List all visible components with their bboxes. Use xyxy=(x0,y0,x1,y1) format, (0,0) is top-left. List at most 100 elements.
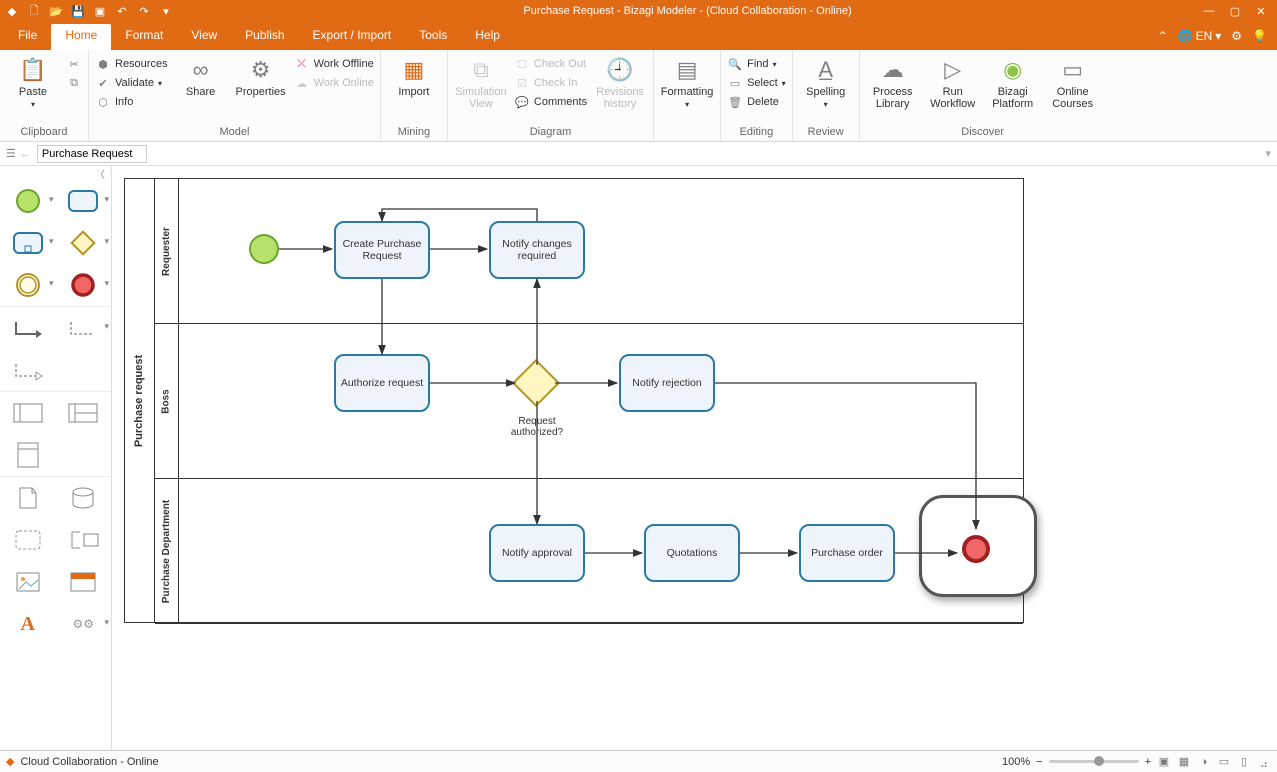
tab-file[interactable]: File xyxy=(4,22,51,50)
title-bar: ◆ 🗋 📂 💾 ▣ ↶ ↷ ▾ Purchase Request - Bizag… xyxy=(0,0,1277,22)
paste-button[interactable]: 📋 Paste ▾ xyxy=(6,56,60,109)
close-button[interactable]: ✕ xyxy=(1253,5,1269,18)
diagram-tab-input[interactable] xyxy=(37,145,147,163)
maximize-button[interactable]: ▢ xyxy=(1227,5,1243,18)
fit-icon[interactable]: ▣ xyxy=(1157,755,1171,769)
undo-icon[interactable]: ↶ xyxy=(114,3,130,19)
lane-purchase-department[interactable]: Purchase Department Notify approval Quot… xyxy=(155,479,1023,624)
palette-gateway[interactable]: ▾ xyxy=(56,222,112,264)
run-icon: ▷ xyxy=(939,56,967,84)
palette-group[interactable] xyxy=(0,519,56,561)
palette-sequence-flow[interactable] xyxy=(0,307,56,349)
palette-settings[interactable]: ⚙⚙▾ xyxy=(56,603,112,645)
import-mining-button[interactable]: ▦ Import xyxy=(387,56,441,98)
formatting-button[interactable]: ▤ Formatting ▾ xyxy=(660,56,714,109)
zoom-in-button[interactable]: + xyxy=(1145,756,1151,768)
resources-button[interactable]: ⬢Resources xyxy=(95,56,168,72)
zoom-slider[interactable] xyxy=(1049,760,1139,763)
diagram-tree-icon[interactable]: ☰ xyxy=(6,147,16,160)
work-offline-button[interactable]: ⤫Work Offline xyxy=(294,56,374,72)
palette-message-flow[interactable] xyxy=(0,349,56,391)
tab-help[interactable]: Help xyxy=(461,22,514,50)
bizagi-platform-button[interactable]: ◉Bizagi Platform xyxy=(986,56,1040,110)
palette-collapse-icon[interactable]: 〈 xyxy=(0,166,111,180)
resize-grip-icon[interactable]: ⣠ xyxy=(1257,755,1271,769)
cloud-icon: ☁ xyxy=(879,56,907,84)
back-icon[interactable]: ← xyxy=(20,148,31,160)
task-create-purchase-request[interactable]: Create Purchase Request xyxy=(334,221,430,279)
pool[interactable]: Purchase request Requester Create Purcha… xyxy=(124,178,1024,623)
info-button[interactable]: ⬡Info xyxy=(95,94,168,110)
pool-title[interactable]: Purchase request xyxy=(125,179,155,622)
palette-pool[interactable] xyxy=(0,392,56,434)
palette-intermediate-event[interactable]: ▾ xyxy=(0,264,56,306)
tab-export-import[interactable]: Export / Import xyxy=(299,22,406,50)
copy-icon: ⧉ xyxy=(66,75,82,91)
saveall-icon[interactable]: ▣ xyxy=(92,3,108,19)
run-workflow-button[interactable]: ▷Run Workflow xyxy=(926,56,980,110)
palette-end-event[interactable]: ▾ xyxy=(56,264,112,306)
palette-data-object[interactable] xyxy=(0,477,56,519)
new-icon[interactable]: 🗋 xyxy=(26,3,42,19)
hint-icon[interactable]: 💡 xyxy=(1252,29,1267,43)
palette-subprocess[interactable]: ▾ xyxy=(0,222,56,264)
zoom-out-button[interactable]: − xyxy=(1036,756,1042,768)
view-mode2-icon[interactable]: ▯ xyxy=(1237,755,1251,769)
task-notify-approval[interactable]: Notify approval xyxy=(489,524,585,582)
properties-button[interactable]: ⚙ Properties xyxy=(234,56,288,98)
redo-icon[interactable]: ↷ xyxy=(136,3,152,19)
task-quotations[interactable]: Quotations xyxy=(644,524,740,582)
palette-header[interactable] xyxy=(56,561,112,603)
delete-button[interactable]: 🗑Delete xyxy=(727,94,786,110)
tab-tools[interactable]: Tools xyxy=(405,22,461,50)
palette-association[interactable]: ▾ xyxy=(56,307,112,349)
canvas[interactable]: Purchase request Requester Create Purcha… xyxy=(112,166,1277,750)
open-icon[interactable]: 📂 xyxy=(48,3,64,19)
quick-access-toolbar: ◆ 🗋 📂 💾 ▣ ↶ ↷ ▾ xyxy=(4,3,174,19)
palette-data-store[interactable] xyxy=(56,477,112,519)
palette-image[interactable] xyxy=(0,561,56,603)
palette-annotation[interactable] xyxy=(56,519,112,561)
tab-format[interactable]: Format xyxy=(111,22,177,50)
lane-boss[interactable]: Boss Authorize request Request authorize… xyxy=(155,324,1023,479)
tab-view[interactable]: View xyxy=(177,22,231,50)
start-event[interactable] xyxy=(249,234,279,264)
lane-requester[interactable]: Requester Create Purchase Request Notify… xyxy=(155,179,1023,324)
view-mode1-icon[interactable]: ▭ xyxy=(1217,755,1231,769)
cut-button[interactable]: ✂ xyxy=(66,56,82,72)
gateway-request-authorized[interactable] xyxy=(512,359,560,407)
find-button[interactable]: 🔍Find▾ xyxy=(727,56,786,72)
palette-lane[interactable] xyxy=(56,392,112,434)
work-online-button: ☁Work Online xyxy=(294,75,374,91)
language-selector[interactable]: 🌐 EN ▾ xyxy=(1178,29,1222,43)
tab-publish[interactable]: Publish xyxy=(231,22,298,50)
presentation-icon[interactable]: ◑ xyxy=(1197,755,1211,769)
copy-button[interactable]: ⧉ xyxy=(66,75,82,91)
tab-options-icon[interactable]: ▾ xyxy=(1265,147,1271,160)
online-courses-button[interactable]: ▭Online Courses xyxy=(1046,56,1100,110)
task-notify-changes[interactable]: Notify changes required xyxy=(489,221,585,279)
comments-button[interactable]: 💬Comments xyxy=(514,94,587,110)
tab-home[interactable]: Home xyxy=(51,24,111,50)
share-button[interactable]: ∞ Share xyxy=(174,56,228,98)
grid-icon[interactable]: ▦ xyxy=(1177,755,1191,769)
select-button[interactable]: ▭Select▾ xyxy=(727,75,786,91)
ribbon: 📋 Paste ▾ ✂ ⧉ Clipboard ⬢Resources ✔Vali… xyxy=(0,50,1277,142)
palette-text[interactable]: A xyxy=(0,603,56,645)
task-purchase-order[interactable]: Purchase order xyxy=(799,524,895,582)
spelling-button[interactable]: A̲ Spelling ▾ xyxy=(799,56,853,109)
minimize-button[interactable]: — xyxy=(1201,5,1217,18)
end-event[interactable] xyxy=(962,535,990,563)
save-icon[interactable]: 💾 xyxy=(70,3,86,19)
validate-button[interactable]: ✔Validate▾ xyxy=(95,75,168,91)
task-notify-rejection[interactable]: Notify rejection xyxy=(619,354,715,412)
task-authorize-request[interactable]: Authorize request xyxy=(334,354,430,412)
ribbon-collapse-icon[interactable]: ⌃ xyxy=(1158,29,1168,43)
qat-dropdown-icon[interactable]: ▾ xyxy=(158,3,174,19)
settings-icon[interactable]: ⚙ xyxy=(1231,29,1242,43)
palette-task[interactable]: ▾ xyxy=(56,180,112,222)
process-library-button[interactable]: ☁Process Library xyxy=(866,56,920,110)
share-icon: ∞ xyxy=(187,56,215,84)
palette-milestone[interactable] xyxy=(0,434,56,476)
palette-start-event[interactable]: ▾ xyxy=(0,180,56,222)
